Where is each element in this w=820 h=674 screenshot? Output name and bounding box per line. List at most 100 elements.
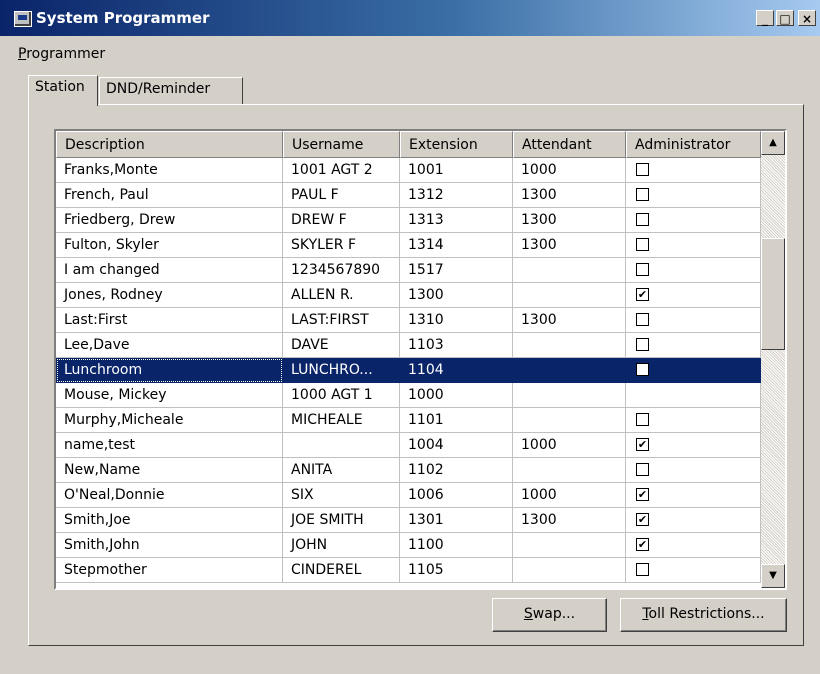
cell-attendant <box>513 533 626 558</box>
table-row[interactable]: name,test 1004 1000 <box>56 433 761 458</box>
scroll-thumb[interactable] <box>761 238 785 350</box>
cell-attendant: 1000 <box>513 158 626 183</box>
title-bar[interactable]: System Programmer _ □ × <box>0 0 820 36</box>
toll-restrictions-button[interactable]: Toll Restrictions... <box>620 598 787 632</box>
cell-administrator <box>626 308 761 333</box>
cell-description: French, Paul <box>56 183 283 208</box>
cell-username: CINDEREL <box>283 558 400 583</box>
administrator-checkbox[interactable] <box>636 313 649 326</box>
menu-programmer-mnemonic: P <box>18 46 27 62</box>
administrator-checkbox[interactable] <box>636 288 649 301</box>
administrator-checkbox[interactable] <box>636 188 649 201</box>
cell-extension: 1517 <box>400 258 513 283</box>
table-row[interactable]: Smith,Joe JOE SMITH 1301 1300 <box>56 508 761 533</box>
cell-username: LAST:FIRST <box>283 308 400 333</box>
table-row[interactable]: Jones, Rodney ALLEN R. 1300 <box>56 283 761 308</box>
cell-description: Jones, Rodney <box>56 283 283 308</box>
table-row[interactable]: New,Name ANITA 1102 <box>56 458 761 483</box>
table-row[interactable]: Lee,Dave DAVE 1103 <box>56 333 761 358</box>
administrator-checkbox[interactable] <box>636 363 649 376</box>
cell-description: Smith,Joe <box>56 508 283 533</box>
menu-bar: Programmer <box>0 36 820 70</box>
table-row[interactable]: O'Neal,Donnie SIX 1006 1000 <box>56 483 761 508</box>
cell-description: Last:First <box>56 308 283 333</box>
table-row[interactable]: Last:First LAST:FIRST 1310 1300 <box>56 308 761 333</box>
cell-description: Mouse, Mickey <box>56 383 283 408</box>
menu-programmer[interactable]: Programmer <box>18 46 105 62</box>
column-header-administrator[interactable]: Administrator <box>626 131 761 158</box>
vertical-scrollbar[interactable]: ▲ ▼ <box>761 131 785 588</box>
administrator-checkbox[interactable] <box>636 563 649 576</box>
column-header-attendant[interactable]: Attendant <box>513 131 626 158</box>
cell-administrator <box>626 433 761 458</box>
administrator-checkbox[interactable] <box>636 463 649 476</box>
administrator-checkbox[interactable] <box>636 163 649 176</box>
cell-attendant <box>513 558 626 583</box>
cell-description: I am changed <box>56 258 283 283</box>
cell-attendant <box>513 258 626 283</box>
menu-programmer-label: rogrammer <box>26 46 106 62</box>
administrator-checkbox[interactable] <box>636 338 649 351</box>
cell-description: Lee,Dave <box>56 333 283 358</box>
cell-extension: 1314 <box>400 233 513 258</box>
table-row[interactable]: Stepmother CINDEREL 1105 <box>56 558 761 583</box>
cell-description: Stepmother <box>56 558 283 583</box>
cell-administrator <box>626 483 761 508</box>
cell-attendant <box>513 383 626 408</box>
administrator-checkbox[interactable] <box>636 488 649 501</box>
cell-extension: 1001 <box>400 158 513 183</box>
scroll-down-arrow-icon[interactable]: ▼ <box>761 564 785 588</box>
cell-attendant: 1000 <box>513 433 626 458</box>
table-row[interactable]: Lunchroom LUNCHRO... 1104 <box>56 358 761 383</box>
close-button[interactable]: × <box>798 10 816 26</box>
minimize-button[interactable]: _ <box>756 10 774 26</box>
cell-extension: 1104 <box>400 358 513 383</box>
cell-username: ANITA <box>283 458 400 483</box>
cell-attendant <box>513 408 626 433</box>
cell-attendant: 1300 <box>513 183 626 208</box>
maximize-button[interactable]: □ <box>776 10 794 26</box>
cell-extension: 1000 <box>400 383 513 408</box>
cell-username: JOHN <box>283 533 400 558</box>
station-list[interactable]: Description Username Extension Attendant… <box>54 129 787 590</box>
cell-extension: 1102 <box>400 458 513 483</box>
scroll-up-arrow-icon[interactable]: ▲ <box>761 131 785 155</box>
administrator-checkbox[interactable] <box>636 238 649 251</box>
tab-station[interactable]: Station <box>28 75 98 106</box>
cell-username: SIX <box>283 483 400 508</box>
cell-administrator <box>626 408 761 433</box>
cell-administrator <box>626 558 761 583</box>
cell-extension: 1103 <box>400 333 513 358</box>
cell-username: DAVE <box>283 333 400 358</box>
cell-username: 1000 AGT 1 <box>283 383 400 408</box>
table-row[interactable]: Friedberg, Drew DREW F 1313 1300 <box>56 208 761 233</box>
cell-description: Friedberg, Drew <box>56 208 283 233</box>
cell-description: O'Neal,Donnie <box>56 483 283 508</box>
administrator-checkbox[interactable] <box>636 513 649 526</box>
cell-administrator <box>626 533 761 558</box>
cell-username: ALLEN R. <box>283 283 400 308</box>
tab-dnd-reminder[interactable]: DND/Reminder <box>99 77 243 105</box>
cell-username: PAUL F <box>283 183 400 208</box>
cell-administrator <box>626 208 761 233</box>
administrator-checkbox[interactable] <box>636 538 649 551</box>
app-icon[interactable] <box>14 11 32 27</box>
administrator-checkbox[interactable] <box>636 263 649 276</box>
cell-attendant: 1300 <box>513 208 626 233</box>
column-header-description[interactable]: Description <box>56 131 283 158</box>
administrator-checkbox[interactable] <box>636 213 649 226</box>
table-row[interactable]: Smith,John JOHN 1100 <box>56 533 761 558</box>
column-header-extension[interactable]: Extension <box>400 131 513 158</box>
cell-username <box>283 433 400 458</box>
cell-extension: 1004 <box>400 433 513 458</box>
administrator-checkbox[interactable] <box>636 438 649 451</box>
table-row[interactable]: Fulton, Skyler SKYLER F 1314 1300 <box>56 233 761 258</box>
column-header-username[interactable]: Username <box>283 131 400 158</box>
table-row[interactable]: Murphy,Micheale MICHEALE 1101 <box>56 408 761 433</box>
swap-button[interactable]: Swap... <box>492 598 607 632</box>
table-row[interactable]: Mouse, Mickey 1000 AGT 1 1000 <box>56 383 761 408</box>
table-row[interactable]: Franks,Monte 1001 AGT 2 1001 1000 <box>56 158 761 183</box>
table-row[interactable]: French, Paul PAUL F 1312 1300 <box>56 183 761 208</box>
administrator-checkbox[interactable] <box>636 413 649 426</box>
table-row[interactable]: I am changed 1234567890 1517 <box>56 258 761 283</box>
